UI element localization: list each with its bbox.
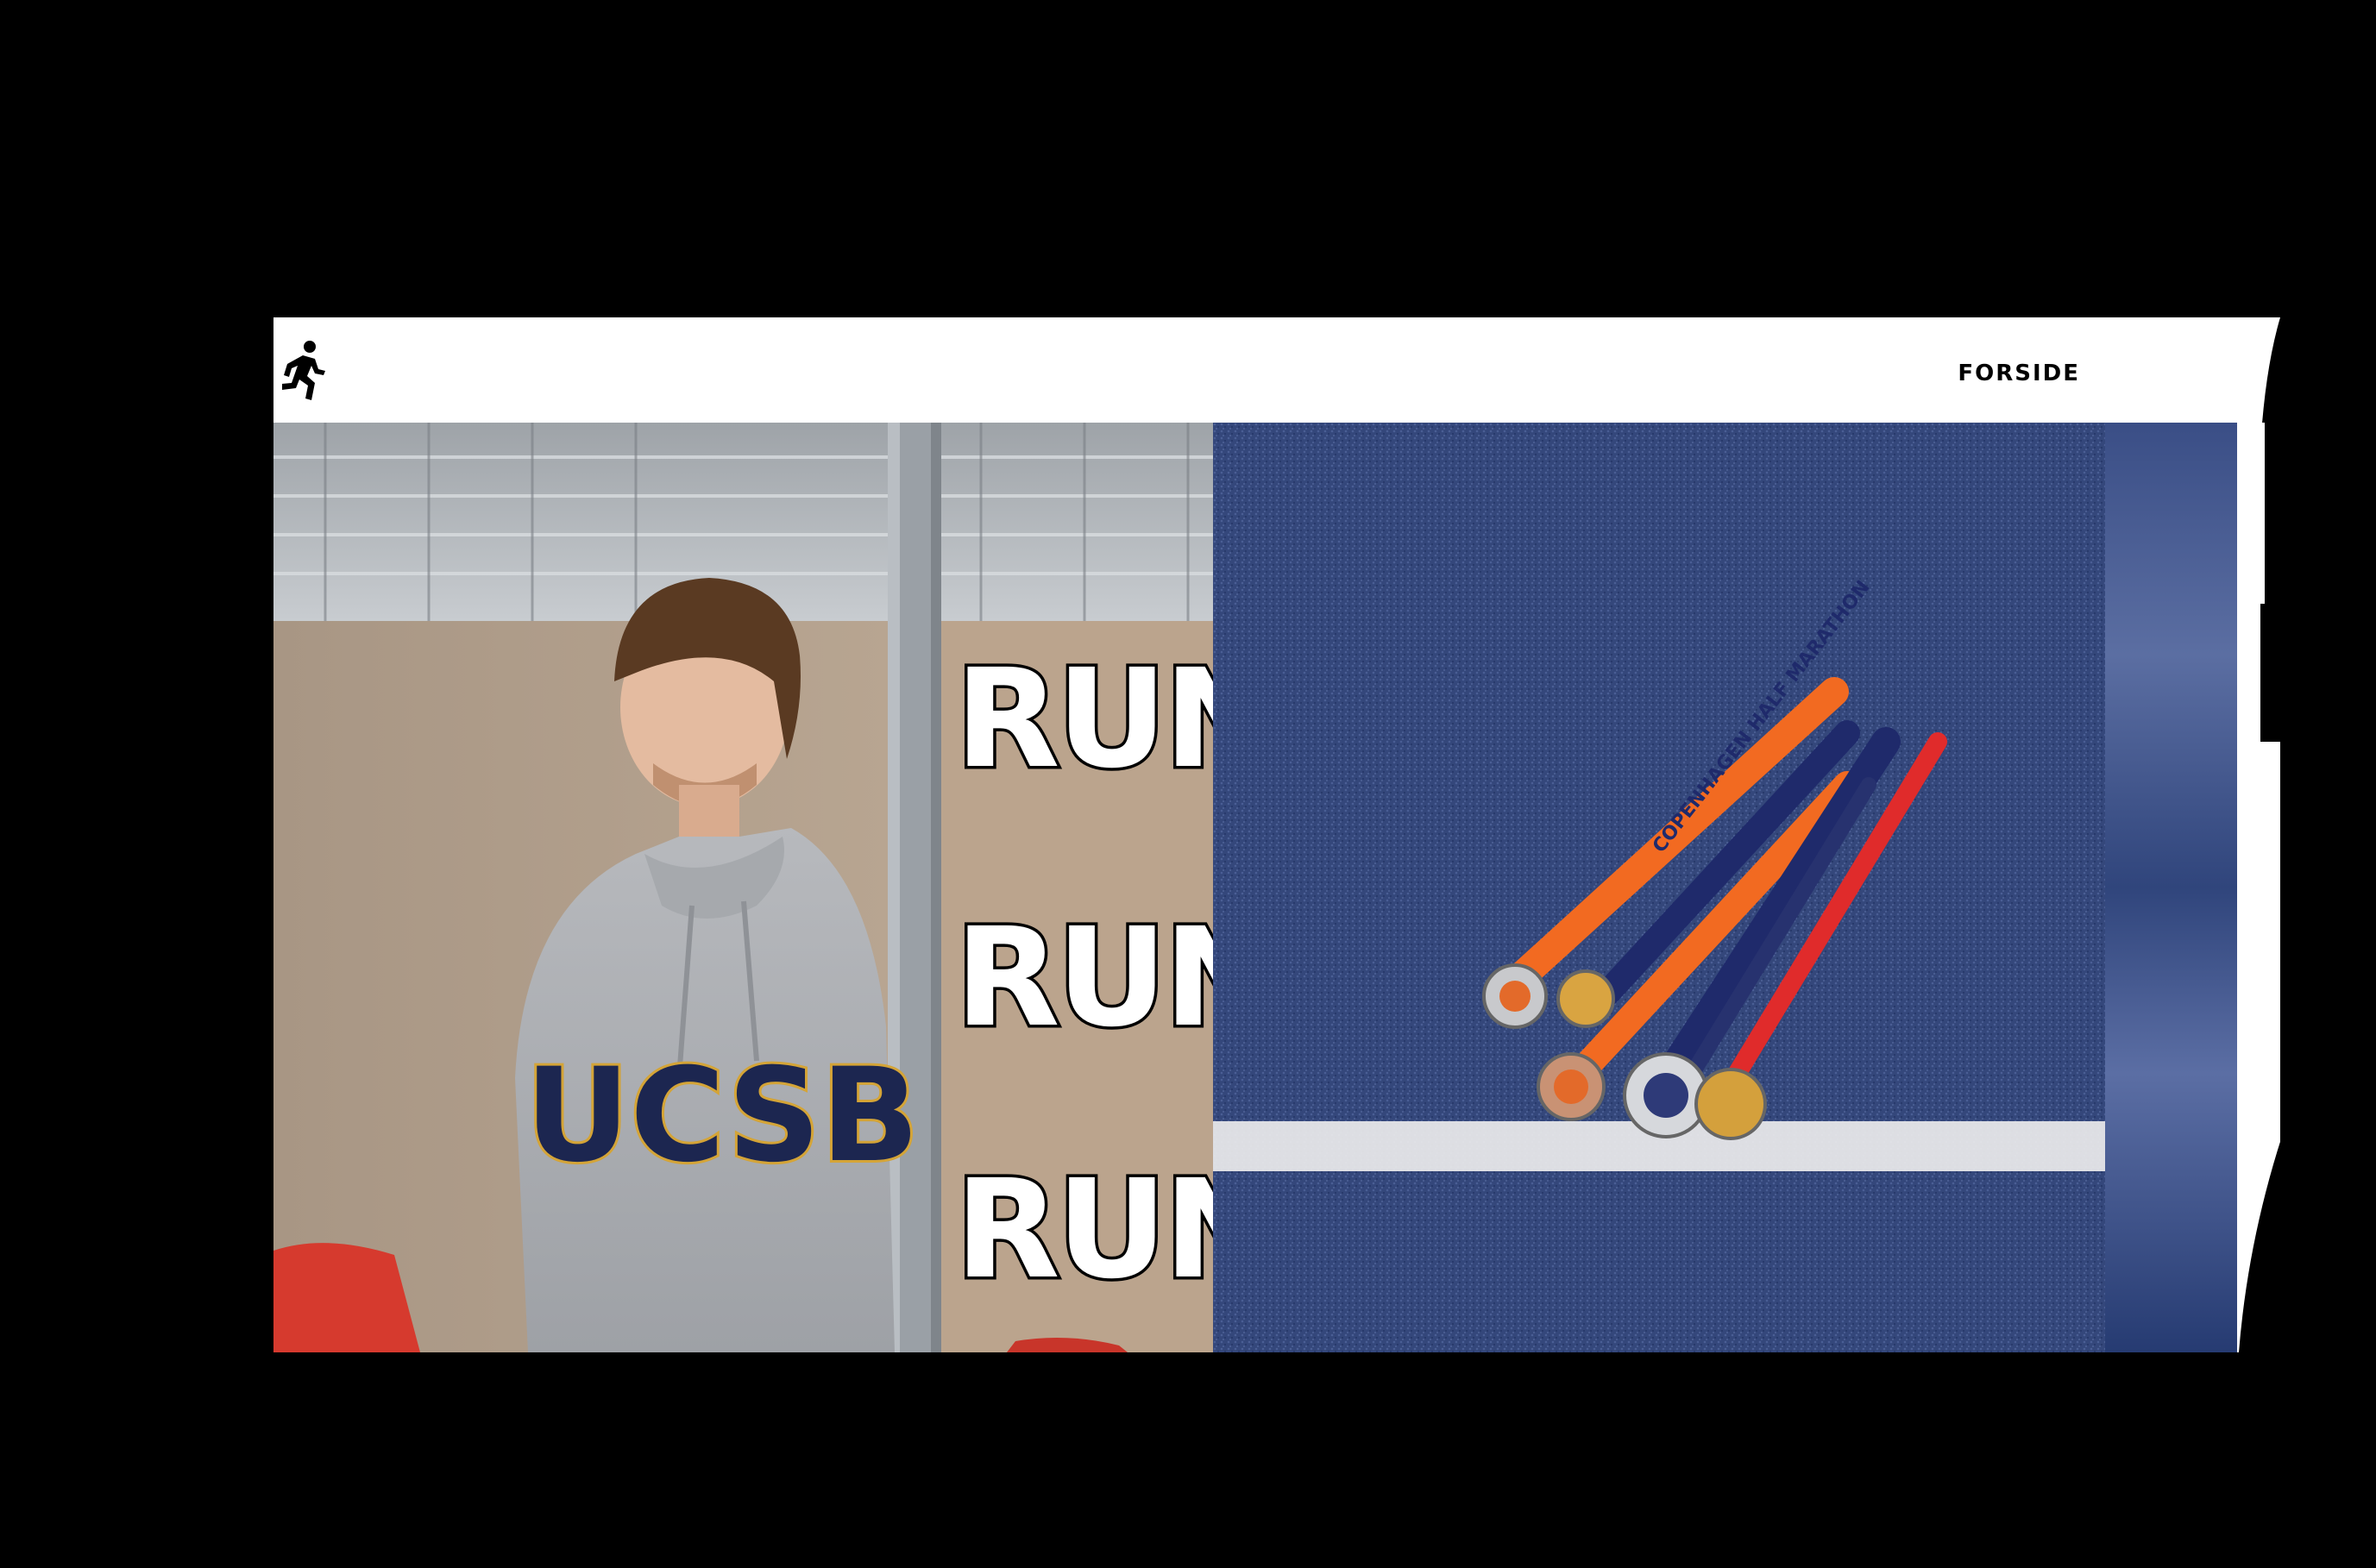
hoodie-logo-text: UCSB bbox=[525, 1041, 919, 1191]
site-header: FORSIDE bbox=[273, 317, 2280, 423]
logo-link[interactable] bbox=[277, 340, 329, 402]
side-image-strip bbox=[2105, 423, 2237, 1352]
medals-photo: COPENHAGEN HALF MARATHON bbox=[1213, 423, 2105, 1352]
running-person-icon bbox=[282, 341, 325, 400]
nav-forside-link[interactable]: FORSIDE bbox=[1958, 361, 2080, 386]
runner-photo: UCSB RUN RUN RUN bbox=[273, 423, 1213, 1352]
medals-photo-image: COPENHAGEN HALF MARATHON bbox=[1213, 423, 2105, 1352]
website-frame: FORSIDE UCSB RU RU RU COPENHAGEN HALF MA… bbox=[273, 317, 2280, 1352]
run-word-2: RUN bbox=[955, 899, 1213, 1057]
runner-photo-image: UCSB RUN RUN RUN bbox=[273, 423, 1213, 1352]
run-word-3: RUN bbox=[955, 1151, 1213, 1309]
run-word-1: RUN bbox=[955, 640, 1213, 799]
